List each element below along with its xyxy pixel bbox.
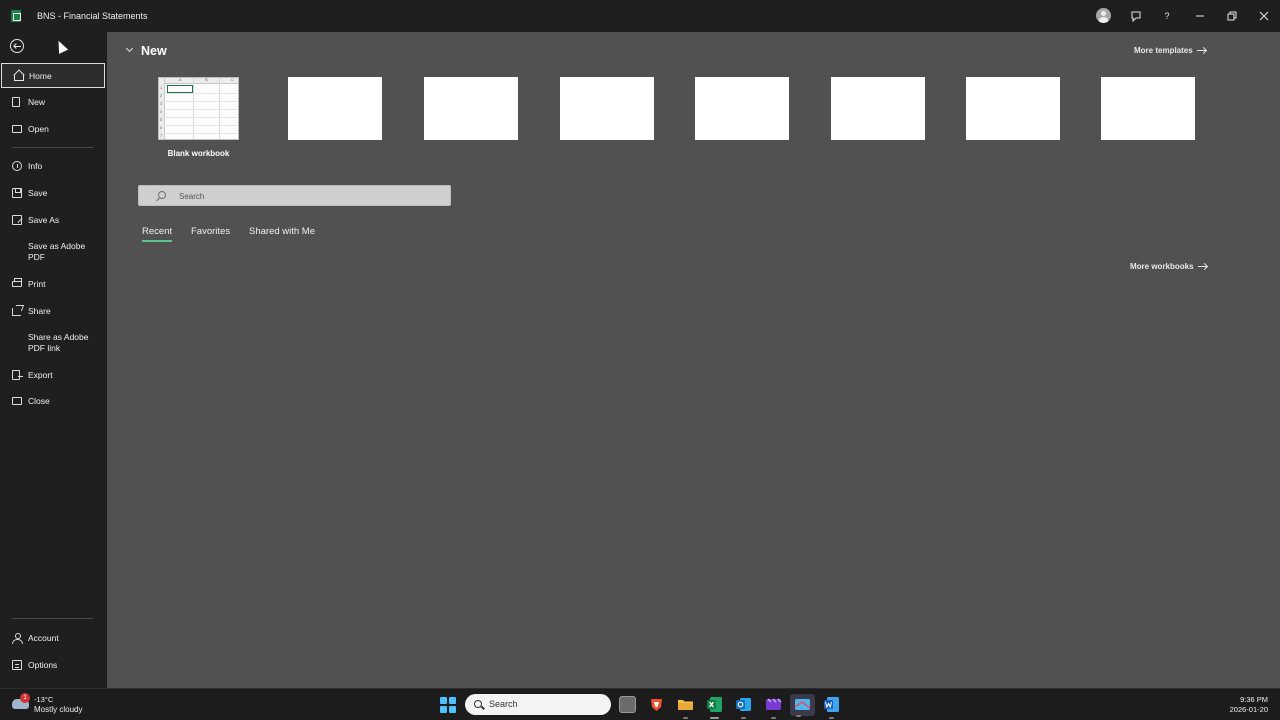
- weather-temperature[interactable]: -13°C: [34, 695, 53, 704]
- share-icon: [12, 308, 21, 316]
- sidebar-item-label: Info: [28, 161, 43, 171]
- grid-line: [159, 133, 238, 134]
- sidebar-item-home[interactable]: Home: [1, 63, 105, 88]
- grid-line: [159, 117, 238, 118]
- sidebar-item-label: Share as Adobe PDF link: [28, 332, 89, 353]
- snipping-tool-icon[interactable]: [790, 694, 815, 717]
- search-icon: [158, 191, 166, 199]
- template-thumbnail[interactable]: [831, 77, 925, 140]
- title-bar: BNS - Financial Statements ?: [0, 0, 1280, 32]
- export-icon: [12, 370, 23, 380]
- sidebar-divider: [12, 618, 93, 619]
- home-icon: [13, 70, 24, 81]
- feedback-icon[interactable]: [1128, 8, 1144, 24]
- windows-start-icon[interactable]: [440, 697, 456, 713]
- sidebar-item-label: Print: [28, 279, 46, 289]
- folder-icon: [12, 125, 22, 133]
- template-thumbnail[interactable]: [288, 77, 382, 140]
- account-icon: [12, 633, 23, 644]
- save-as-icon: [12, 215, 22, 225]
- sidebar-item-label: Open: [28, 124, 49, 134]
- tab-recent[interactable]: Recent: [142, 226, 173, 242]
- word-taskbar-icon[interactable]: [823, 696, 840, 719]
- arrow-right-icon: [1196, 50, 1206, 51]
- grid-line: [159, 93, 238, 94]
- sidebar-item-label: Home: [29, 71, 52, 81]
- template-thumbnail[interactable]: [424, 77, 518, 140]
- tab-favorites[interactable]: Favorites: [191, 226, 230, 240]
- minimize-button[interactable]: [1192, 8, 1208, 24]
- options-icon: [12, 660, 22, 670]
- grid-line: [159, 101, 238, 102]
- blank-workbook-thumbnail[interactable]: A B C 1 2 3 4 5 6 7: [158, 77, 239, 140]
- template-thumbnail[interactable]: [560, 77, 654, 140]
- excel-taskbar-icon[interactable]: [706, 696, 723, 719]
- arrow-right-icon: [1197, 266, 1207, 267]
- grid-line: [159, 125, 238, 126]
- sidebar-item-label: Close: [28, 396, 50, 406]
- sidebar-item-label: Save As: [28, 215, 60, 225]
- weather-alert-badge: 1: [20, 693, 30, 703]
- sidebar-item-share-as-adobe-pdf-link[interactable]: Share as Adobe PDF link: [0, 332, 107, 354]
- save-icon: [12, 188, 22, 198]
- sidebar-item-label: Account: [28, 633, 59, 643]
- column-header: C: [231, 77, 234, 82]
- more-workbooks-label: More workbooks: [1130, 262, 1194, 271]
- close-file-icon: [12, 397, 22, 405]
- sidebar-item-label: Export: [28, 370, 53, 380]
- taskbar-search-box[interactable]: Search: [465, 694, 611, 715]
- column-header: B: [205, 77, 208, 82]
- new-section-heading: New: [141, 44, 167, 58]
- selected-cell: [167, 85, 193, 93]
- sidebar-divider: [12, 147, 93, 148]
- system-clock-time[interactable]: 9:36 PM: [1240, 695, 1268, 704]
- system-clock-date[interactable]: 2026-01-20: [1230, 705, 1268, 714]
- more-workbooks-link[interactable]: More workbooks: [1130, 262, 1207, 271]
- taskbar-search-label: Search: [489, 699, 518, 709]
- sidebar-item-label: Save as Adobe PDF: [28, 241, 86, 262]
- info-icon: [12, 161, 22, 171]
- backstage-sidebar: Home New Open Info Save Save As Save as …: [0, 32, 107, 688]
- sidebar-item-label: New: [28, 97, 46, 107]
- collapse-chevron-icon[interactable]: [125, 44, 134, 53]
- brave-browser-icon[interactable]: [648, 696, 665, 713]
- template-thumbnail[interactable]: [695, 77, 789, 140]
- template-thumbnail[interactable]: [1101, 77, 1195, 140]
- windows-taskbar: 1 -13°C Mostly cloudy Search 9:36 PM 202…: [0, 688, 1280, 720]
- help-icon[interactable]: ?: [1159, 8, 1175, 24]
- back-arrow-icon[interactable]: [10, 39, 24, 53]
- outlook-taskbar-icon[interactable]: [735, 696, 752, 719]
- printer-icon: [12, 278, 22, 287]
- backstage-main: New More templates A B C 1 2 3 4 5 6 7 B…: [107, 32, 1280, 688]
- sidebar-item-label: Options: [28, 660, 58, 670]
- more-templates-label: More templates: [1134, 46, 1193, 55]
- column-header-strip: [159, 78, 238, 84]
- row-header: 1: [160, 85, 163, 90]
- sidebar-item-save-as-adobe-pdf[interactable]: Save as Adobe PDF: [0, 241, 107, 263]
- excel-app-icon: [11, 10, 21, 22]
- weather-description[interactable]: Mostly cloudy: [34, 705, 82, 714]
- tab-shared-with-me[interactable]: Shared with Me: [249, 226, 315, 240]
- clipchamp-icon[interactable]: [765, 696, 782, 719]
- close-window-button[interactable]: [1256, 8, 1272, 24]
- template-thumbnail[interactable]: [966, 77, 1060, 140]
- search-icon: [474, 700, 482, 708]
- blank-workbook-label: Blank workbook: [167, 149, 230, 158]
- grid-line: [159, 109, 238, 110]
- sidebar-item-label: Share: [28, 306, 51, 316]
- search-box[interactable]: [138, 185, 451, 206]
- new-document-icon: [12, 97, 20, 107]
- column-header: A: [179, 77, 182, 82]
- sidebar-item-label: Save: [28, 188, 48, 198]
- account-avatar-icon[interactable]: [1096, 8, 1111, 23]
- restore-button[interactable]: [1224, 8, 1240, 24]
- file-explorer-icon[interactable]: [677, 696, 694, 719]
- search-input[interactable]: [179, 190, 439, 202]
- window-title: BNS - Financial Statements: [37, 11, 148, 21]
- more-templates-link[interactable]: More templates: [1134, 46, 1206, 55]
- task-view-icon[interactable]: [619, 696, 636, 713]
